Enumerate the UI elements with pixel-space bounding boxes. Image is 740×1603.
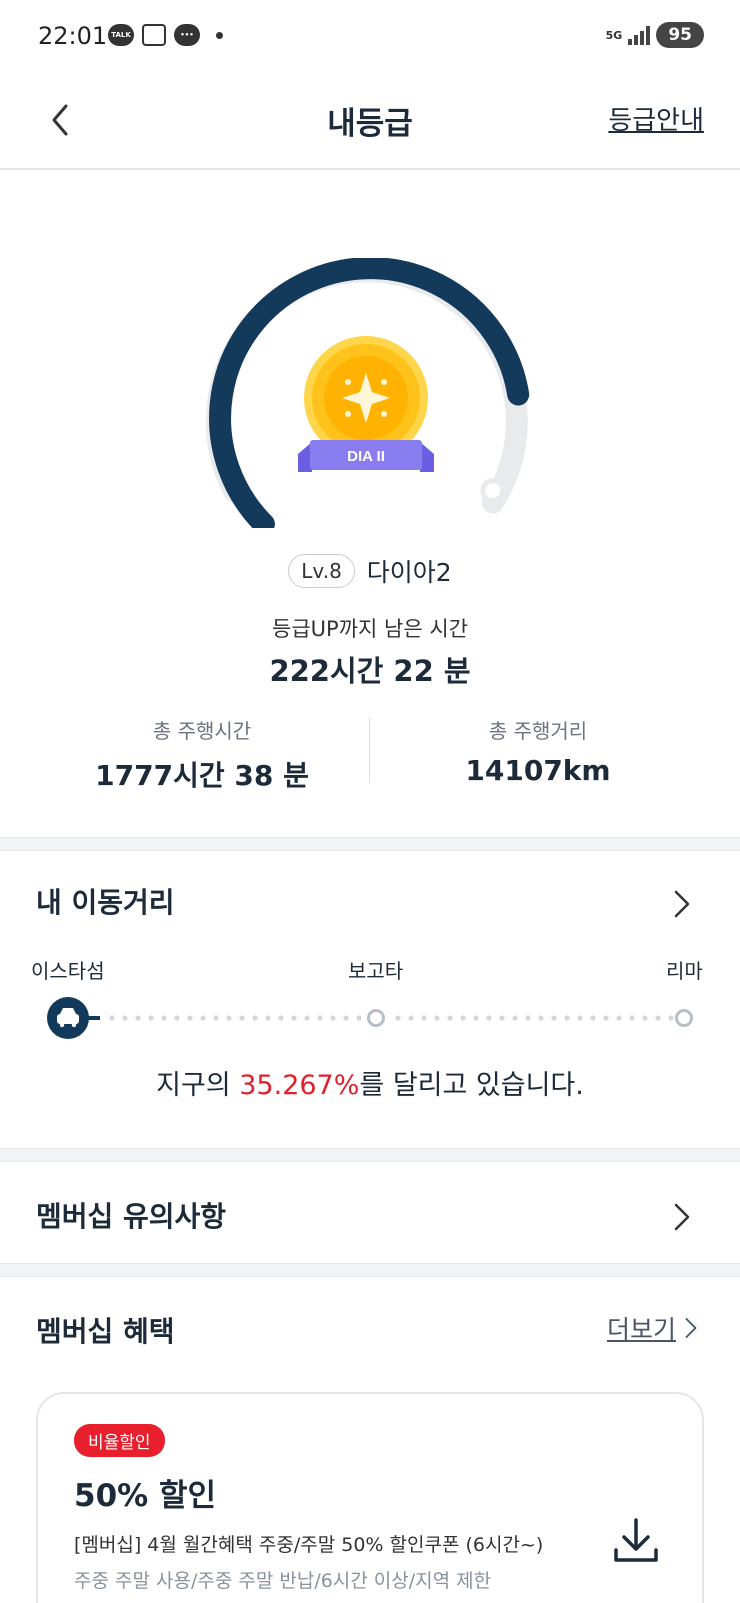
system-icons: 5G 95 [606,22,704,48]
section-divider [0,1148,740,1162]
track-dot [109,1015,115,1021]
track-dot [486,1015,492,1021]
section-divider [0,837,740,851]
more-notifications-icon [216,31,223,39]
app-header: 내등급 등급안내 [0,76,740,170]
track-dot [148,1015,154,1021]
dia-medal-icon: DIA II [298,336,434,472]
download-icon[interactable] [612,1516,660,1566]
screenshot-icon [142,24,166,46]
section-divider [0,1263,740,1277]
track-dot [538,1015,544,1021]
progress-suffix: 를 달리고 있습니다. [359,1070,584,1101]
track-dot [668,1015,674,1021]
membership-benefits-title: 멤버십 혜택 [36,1315,175,1348]
driving-stats: 총 주행시간 1777시간 38 분 총 주행거리 14107km [0,715,740,792]
car-icon [47,997,89,1039]
track-dot [395,1015,401,1021]
level-row: Lv.8 다이아2 [0,553,740,589]
track-dot [174,1015,180,1021]
track-dot [226,1015,232,1021]
track-dot [304,1015,310,1021]
track-dot [356,1015,362,1021]
coupon-title: 50% 할인 [74,1478,217,1514]
track-dot [525,1015,531,1021]
route-track [47,997,693,1039]
track-dot [343,1015,349,1021]
track-dot [408,1015,414,1021]
track-dot [278,1015,284,1021]
total-drive-time: 총 주행시간 1777시간 38 분 [22,715,382,794]
track-dot [161,1015,167,1021]
track-dot [122,1015,128,1021]
track-dot [252,1015,258,1021]
status-time: 22:01 [38,22,108,50]
track-dot [421,1015,427,1021]
message-icon: ••• [174,24,200,46]
track-dot [577,1015,583,1021]
track-dot [551,1015,557,1021]
chevron-right-icon[interactable] [682,1314,700,1342]
track-dot [473,1015,479,1021]
stop-end: 리마 [666,959,703,983]
remaining-time-value: 222시간 22 분 [269,654,471,688]
medal-label: DIA II [347,448,385,465]
track-dot [564,1015,570,1021]
grade-progress-gauge: DIA II [205,258,530,528]
signal-icon [628,25,651,45]
kakaotalk-icon: TALK [108,24,134,46]
discount-type-badge: 비율할인 [74,1424,165,1457]
stat-label: 총 주행거리 [488,719,588,743]
network-type: 5G [605,28,623,42]
track-dot [642,1015,648,1021]
chevron-right-icon[interactable] [670,886,694,922]
track-dot [447,1015,453,1021]
destination-marker [675,1009,693,1027]
remaining-time-label: 등급UP까지 남은 시간 [272,617,468,641]
stop-start: 이스타섬 [31,959,105,983]
grade-guide-link[interactable]: 등급안내 [608,100,704,137]
track-dot [512,1015,518,1021]
stop-middle: 보고타 [348,959,404,983]
track-dots [109,1015,674,1021]
status-bar: 22:01 TALK ••• 5G 95 [0,0,740,76]
coupon-conditions: 주중 주말 사용/주중 주말 반납/6시간 이상/지역 제한 [74,1570,492,1592]
chevron-right-icon[interactable] [670,1199,694,1235]
track-dot [200,1015,206,1021]
gauge-end-marker [480,478,506,504]
battery-indicator: 95 [656,22,704,48]
track-dot [330,1015,336,1021]
track-dot [590,1015,596,1021]
coupon-description: [멤버십] 4월 월간혜택 주중/주말 50% 할인쿠폰 (6시간~) [74,1534,544,1556]
track-dot [499,1015,505,1021]
stat-label: 총 주행시간 [152,719,252,743]
track-dot [460,1015,466,1021]
progress-percent: 35.267% [239,1070,360,1101]
notification-icons: TALK ••• [108,24,223,46]
track-dot [317,1015,323,1021]
coupon-card[interactable]: 비율할인 50% 할인 [멤버십] 4월 월간혜택 주중/주말 50% 할인쿠폰… [36,1392,704,1603]
track-dot [434,1015,440,1021]
track-dot [265,1015,271,1021]
total-distance: 총 주행거리 14107km [358,715,718,787]
track-dot [213,1015,219,1021]
track-dot [629,1015,635,1021]
membership-notice-title[interactable]: 멤버십 유의사항 [36,1195,226,1235]
track-dot [603,1015,609,1021]
level-badge: Lv.8 [288,554,355,588]
track-dot [135,1015,141,1021]
track-dot [239,1015,245,1021]
track-dot [616,1015,622,1021]
grade-name: 다이아2 [366,558,452,587]
track-dot [655,1015,661,1021]
track-dot [187,1015,193,1021]
progress-prefix: 지구의 [156,1070,240,1101]
earth-progress-text: 지구의 35.267%를 달리고 있습니다. [0,1063,740,1102]
distance-section-title[interactable]: 내 이동거리 [36,881,175,921]
waypoint-marker [367,1009,385,1027]
stat-value: 14107km [465,754,611,787]
track-dot [291,1015,297,1021]
more-link[interactable]: 더보기 [607,1310,676,1346]
stat-value: 1777시간 38 분 [95,759,309,792]
